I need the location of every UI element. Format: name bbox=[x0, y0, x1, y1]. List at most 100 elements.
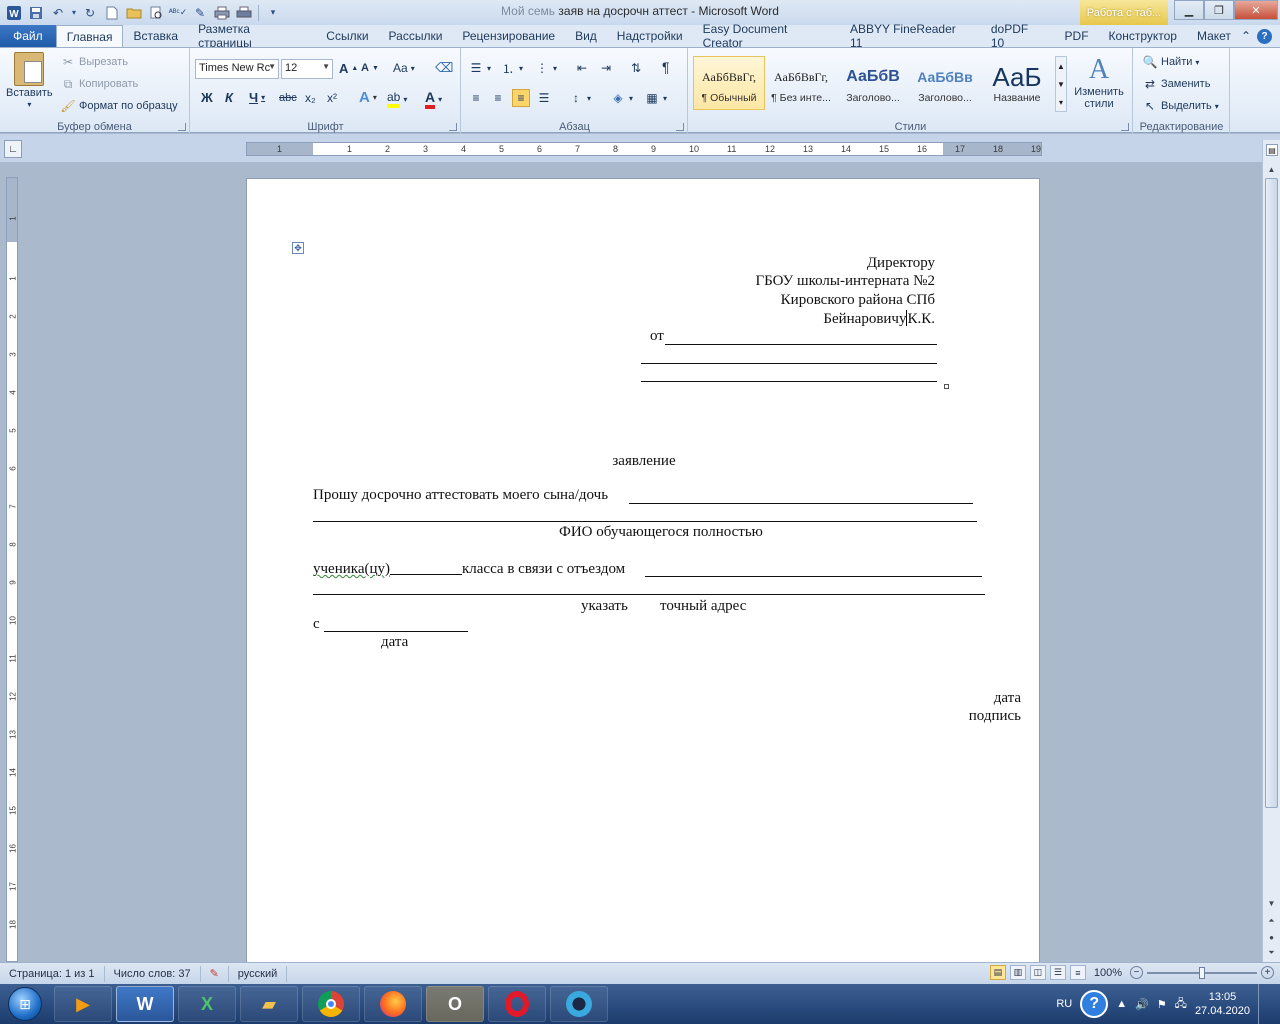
style-heading-1[interactable]: АаБбВ Заголово... bbox=[837, 56, 909, 110]
close-icon[interactable]: ✕ bbox=[1234, 0, 1278, 20]
help-tray-icon[interactable]: ? bbox=[1080, 990, 1109, 1018]
font-name-dropdown-icon[interactable]: ▼ bbox=[268, 62, 276, 71]
decrease-indent-button[interactable]: ⇤ bbox=[574, 60, 590, 76]
document-page[interactable]: ✥ Директору ГБОУ школы-интерната №2 Киро… bbox=[246, 178, 1040, 968]
zoom-slider-knob[interactable] bbox=[1199, 966, 1205, 979]
chrome-icon[interactable] bbox=[302, 986, 360, 1022]
grow-font-button[interactable]: A ▲ bbox=[339, 61, 358, 76]
network-icon[interactable]: 🖧 bbox=[1175, 995, 1187, 1014]
word-icon[interactable]: W bbox=[116, 986, 174, 1022]
excel-icon[interactable]: X bbox=[178, 986, 236, 1022]
proofing-status[interactable]: ✎ bbox=[201, 965, 229, 982]
show-hidden-icons-icon[interactable]: ▲ bbox=[1116, 998, 1127, 1010]
strikethrough-button[interactable]: abc bbox=[279, 92, 297, 104]
align-center-button[interactable]: ≡ bbox=[490, 90, 506, 106]
table-move-handle-icon[interactable]: ✥ bbox=[292, 242, 304, 254]
flag-icon[interactable]: ⚑ bbox=[1157, 998, 1167, 1011]
tab-addins[interactable]: Надстройки bbox=[607, 25, 693, 47]
tab-home[interactable]: Главная bbox=[55, 25, 124, 47]
next-page-icon[interactable]: ⏷ bbox=[1265, 946, 1278, 960]
tab-abbyy[interactable]: ABBYY FineReader 11 bbox=[840, 22, 981, 50]
underline-button[interactable]: Ч ▾ bbox=[249, 90, 265, 105]
language-indicator[interactable]: русский bbox=[229, 965, 288, 982]
print-icon[interactable] bbox=[212, 3, 232, 23]
highlight-button[interactable]: ab ▾ bbox=[387, 90, 407, 108]
increase-indent-button[interactable]: ⇥ bbox=[598, 60, 614, 76]
start-button[interactable]: ⊞ bbox=[0, 984, 50, 1024]
font-size-combo[interactable]: 12 ▼ bbox=[281, 59, 333, 79]
tab-layout[interactable]: Макет bbox=[1187, 25, 1241, 47]
select-button[interactable]: ↖ Выделить ▾ bbox=[1142, 98, 1219, 114]
vertical-scrollbar[interactable]: ▤ ▲ ▼ ⏶ ● ⏷ bbox=[1262, 140, 1280, 962]
full-screen-reading-icon[interactable]: ▥ bbox=[1009, 965, 1026, 980]
previous-page-icon[interactable]: ⏶ bbox=[1265, 914, 1278, 928]
print-layout-view-icon[interactable]: ▤ bbox=[989, 965, 1006, 980]
tab-selector[interactable]: ∟ bbox=[4, 140, 22, 158]
minimize-icon[interactable]: ▁ bbox=[1174, 0, 1204, 20]
web-layout-icon[interactable]: ◫ bbox=[1029, 965, 1046, 980]
show-formatting-button[interactable]: ¶ bbox=[662, 59, 670, 75]
scroll-thumb[interactable] bbox=[1265, 178, 1278, 808]
styles-scroll-up-icon[interactable]: ▲ bbox=[1057, 62, 1065, 71]
edit-icon[interactable]: ✎ bbox=[190, 3, 210, 23]
bold-button[interactable]: Ж bbox=[201, 90, 213, 105]
firefox-icon[interactable] bbox=[364, 986, 422, 1022]
ruler-toggle-icon[interactable]: ▤ bbox=[1266, 144, 1278, 156]
explorer-icon[interactable]: ▰ bbox=[240, 986, 298, 1022]
style-normal[interactable]: АаБбВвГг, ¶ Обычный bbox=[693, 56, 765, 110]
zoom-in-icon[interactable]: + bbox=[1261, 966, 1274, 979]
tab-file[interactable]: Файл bbox=[0, 25, 56, 47]
tab-pdf[interactable]: PDF bbox=[1055, 25, 1099, 47]
change-styles-button[interactable]: A Изменить стили bbox=[1071, 54, 1127, 110]
copy-button[interactable]: ⧉ Копировать bbox=[60, 76, 139, 92]
outline-view-icon[interactable]: ☰ bbox=[1049, 965, 1066, 980]
styles-more-icon[interactable]: ▾ bbox=[1059, 98, 1063, 107]
zoom-slider[interactable] bbox=[1147, 966, 1257, 979]
customize-qat-icon[interactable]: ▾ bbox=[263, 3, 283, 23]
styles-launcher-icon[interactable] bbox=[1121, 123, 1129, 131]
redo-icon[interactable]: ↻ bbox=[80, 3, 100, 23]
page-count[interactable]: Страница: 1 из 1 bbox=[0, 965, 105, 982]
clear-formatting-button[interactable]: ⌫ bbox=[435, 60, 453, 76]
undo-dropdown-icon[interactable]: ▾ bbox=[70, 3, 78, 23]
zoom-out-icon[interactable]: − bbox=[1130, 966, 1143, 979]
paste-button[interactable]: Вставить ▾ bbox=[6, 52, 53, 109]
tab-page-layout[interactable]: Разметка страницы bbox=[188, 22, 316, 50]
shrink-font-button[interactable]: A ▼ bbox=[361, 62, 379, 74]
font-color-button[interactable]: A ▾ bbox=[425, 89, 442, 109]
find-button[interactable]: 🔍 Найти ▾ bbox=[1142, 54, 1200, 70]
tab-mailings[interactable]: Рассылки bbox=[379, 25, 453, 47]
help-icon[interactable]: ? bbox=[1257, 28, 1272, 44]
change-case-button[interactable]: Aa ▾ bbox=[393, 61, 415, 75]
bullets-button[interactable]: ☰ ▾ bbox=[468, 60, 491, 76]
justify-button[interactable]: ☰ bbox=[536, 90, 552, 106]
draft-view-icon[interactable]: ≡ bbox=[1069, 965, 1086, 980]
word-app-icon[interactable]: W bbox=[4, 3, 24, 23]
styles-gallery-scroll[interactable]: ▲ ▼ ▾ bbox=[1055, 56, 1067, 112]
spelling-icon[interactable]: ᴬᴮᶜ✓ bbox=[168, 3, 188, 23]
sort-button[interactable]: ⇅ bbox=[628, 60, 644, 76]
quick-print-icon[interactable] bbox=[234, 3, 254, 23]
italic-button[interactable]: К bbox=[225, 90, 233, 105]
replace-button[interactable]: ⇄ Заменить bbox=[1142, 76, 1210, 92]
line-spacing-button[interactable]: ↕ ▾ bbox=[568, 90, 591, 106]
minimize-ribbon-icon[interactable]: ⌃ bbox=[1241, 29, 1251, 43]
superscript-button[interactable]: x² bbox=[327, 91, 337, 105]
align-left-button[interactable]: ≡ bbox=[468, 90, 484, 106]
print-preview-icon[interactable] bbox=[146, 3, 166, 23]
align-right-button[interactable]: ≡ bbox=[512, 89, 530, 107]
clipboard-launcher-icon[interactable] bbox=[178, 123, 186, 131]
multilevel-list-button[interactable]: ⋮ ▾ bbox=[534, 60, 557, 76]
input-language[interactable]: RU bbox=[1056, 998, 1072, 1010]
cut-button[interactable]: ✂ Вырезать bbox=[60, 54, 128, 70]
styles-scroll-down-icon[interactable]: ▼ bbox=[1057, 80, 1065, 89]
horizontal-ruler[interactable]: 1 1 2 3 4 5 6 7 8 9 10 11 12 13 14 15 16 17 18 19 bbox=[246, 142, 1042, 156]
tab-design[interactable]: Конструктор bbox=[1099, 25, 1187, 47]
zoom-level[interactable]: 100% bbox=[1094, 967, 1122, 979]
show-desktop-button[interactable] bbox=[1258, 984, 1270, 1024]
browse-object-icon[interactable]: ● bbox=[1265, 930, 1278, 944]
outlook-icon[interactable]: O bbox=[426, 986, 484, 1022]
scroll-up-icon[interactable]: ▲ bbox=[1265, 162, 1278, 176]
tab-review[interactable]: Рецензирование bbox=[452, 25, 565, 47]
opera-icon[interactable] bbox=[488, 986, 546, 1022]
